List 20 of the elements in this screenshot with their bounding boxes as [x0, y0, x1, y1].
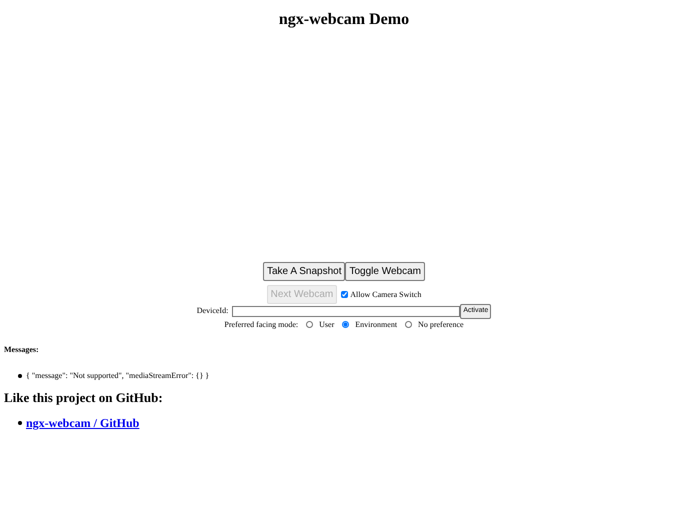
radio-button[interactable] — [306, 321, 314, 328]
radio-button[interactable] — [342, 321, 350, 328]
device-id-field[interactable] — [232, 306, 460, 317]
checkbox[interactable] — [341, 291, 348, 298]
button[interactable]: Take A Snapshot — [262, 262, 346, 282]
page-title: ngx-webcam Demo — [278, 10, 410, 30]
github-link[interactable]: ngx-webcam / GitHub — [26, 414, 140, 432]
radio-button[interactable] — [405, 321, 412, 328]
radio-label: No preference — [418, 318, 464, 331]
message-text: { "message": "Not supported", "mediaStreamError": {} } — [26, 370, 210, 382]
bullet-icon — [18, 374, 22, 378]
field-label: DeviceId: — [196, 305, 228, 318]
messages-heading: Messages: — [4, 344, 40, 354]
radio-label: User — [319, 318, 334, 331]
radio-label: Environment — [355, 318, 398, 331]
button[interactable]: Toggle Webcam — [345, 262, 426, 282]
radio-group-label: Preferred facing mode: — [224, 318, 298, 331]
section-heading: Like this project on GitHub: — [4, 390, 164, 406]
checkbox-label: Allow Camera Switch — [350, 288, 422, 301]
bullet-icon — [18, 420, 22, 425]
